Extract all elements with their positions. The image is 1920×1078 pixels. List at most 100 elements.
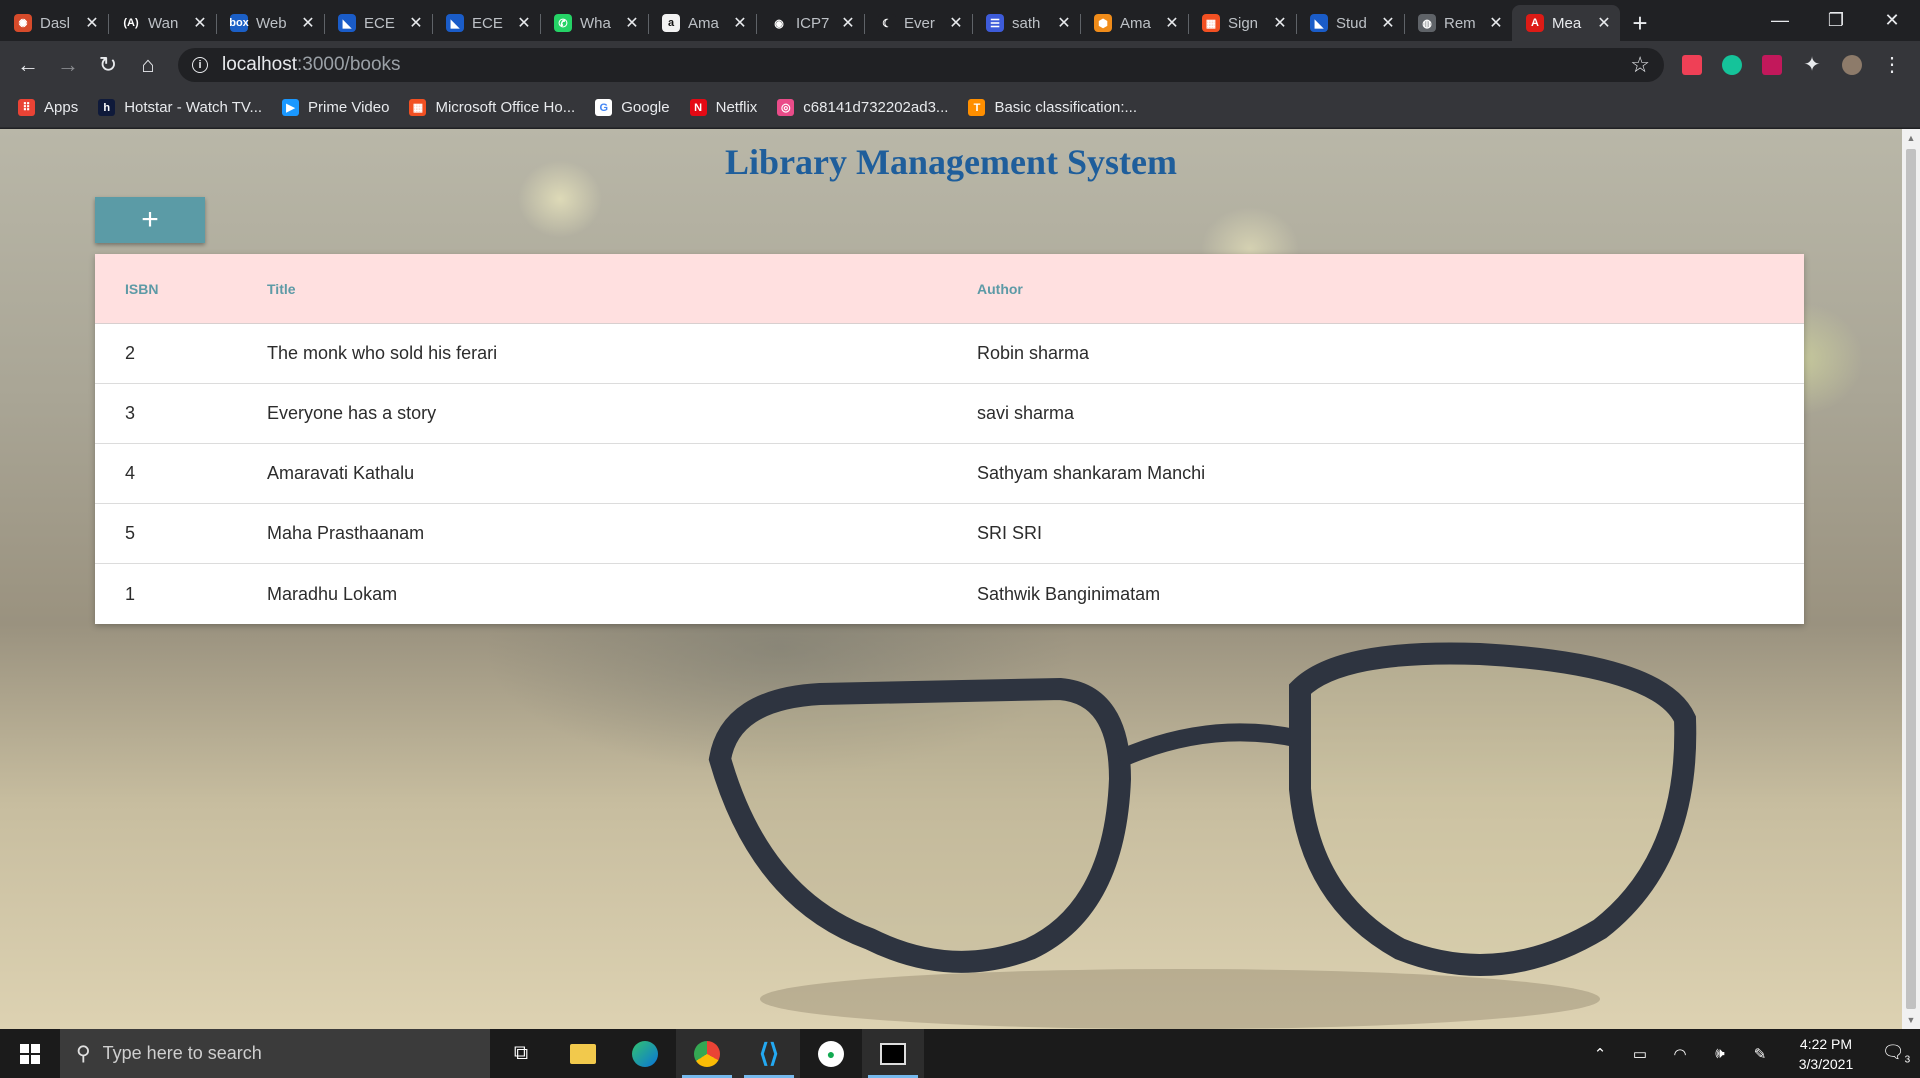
- tab-title: Mea: [1552, 14, 1582, 32]
- tab-close-icon[interactable]: ✕: [1272, 13, 1288, 33]
- bookmark-item[interactable]: N Netflix: [689, 99, 757, 116]
- cell-isbn: 4: [125, 463, 136, 483]
- table-row[interactable]: 4 Amaravati Kathalu Sathyam shankaram Manc…: [95, 444, 1804, 504]
- bookmark-item[interactable]: ▶ Prime Video: [282, 99, 389, 116]
- tab-close-icon[interactable]: ✕: [408, 13, 424, 33]
- tab-close-icon[interactable]: ✕: [192, 13, 208, 33]
- restore-icon[interactable]: ❐: [1808, 0, 1864, 41]
- tab-favicon-icon: ◉: [770, 14, 788, 32]
- browser-tab[interactable]: A Mea ✕: [1512, 5, 1620, 41]
- browser-tab[interactable]: ☾ Ever ✕: [864, 5, 972, 41]
- bookmark-star-icon[interactable]: ☆: [1630, 52, 1650, 78]
- tab-close-icon[interactable]: ✕: [1380, 13, 1396, 33]
- tab-close-icon[interactable]: ✕: [1488, 13, 1504, 33]
- browser-tab[interactable]: ◣ ECE ✕: [324, 5, 432, 41]
- cell-isbn: 1: [125, 583, 136, 604]
- clock-date: 3/3/2021: [1798, 1055, 1854, 1072]
- column-header-title[interactable]: Title: [267, 281, 977, 297]
- add-book-button[interactable]: +: [95, 197, 205, 243]
- cell-author: Sathwik Banginimatam: [977, 583, 1161, 604]
- bookmark-favicon-icon: ⠿: [18, 99, 35, 116]
- bookmark-item[interactable]: ⠿ Apps: [18, 99, 78, 116]
- system-tray: ⌃ ▭ ◠ 🕪 ✎ 4:22 PM 3/3/2021 🗨3: [1580, 1029, 1920, 1078]
- address-bar[interactable]: i localhost:3000/books ☆: [178, 47, 1664, 82]
- tab-favicon-icon: ◣: [1310, 14, 1328, 32]
- grammarly-extension-icon[interactable]: [1712, 47, 1752, 83]
- browser-tab[interactable]: ◍ Rem ✕: [1404, 5, 1512, 41]
- chrome-icon[interactable]: [676, 1029, 738, 1078]
- tray-chevron-up-icon[interactable]: ⌃: [1580, 1045, 1620, 1063]
- page-title: Library Management System: [725, 142, 1177, 182]
- windows-start-icon[interactable]: [0, 1029, 60, 1078]
- browser-tab[interactable]: ▦ Sign ✕: [1188, 5, 1296, 41]
- browser-tab[interactable]: box Web ✕: [216, 5, 324, 41]
- minimize-icon[interactable]: —: [1752, 0, 1808, 41]
- bookmark-favicon-icon: G: [595, 99, 613, 116]
- tab-favicon-icon: ◣: [446, 14, 464, 32]
- tab-close-icon[interactable]: ✕: [624, 13, 640, 33]
- browser-tab[interactable]: ☰ sath ✕: [972, 5, 1080, 41]
- battery-icon[interactable]: ▭: [1620, 1045, 1660, 1063]
- home-button[interactable]: ⌂: [128, 47, 168, 83]
- scroll-up-icon[interactable]: ▲: [1902, 133, 1920, 143]
- taskbar-search-input[interactable]: ⚲ Type here to search: [60, 1029, 490, 1078]
- back-button[interactable]: ←: [8, 47, 48, 83]
- column-header-isbn[interactable]: ISBN: [95, 281, 267, 297]
- bookmark-item[interactable]: ▦ Microsoft Office Ho...: [409, 99, 575, 116]
- table-row[interactable]: 1 Maradhu Lokam Sathwik Banginimatam: [95, 564, 1804, 624]
- browser-tab[interactable]: ◣ ECE ✕: [432, 5, 540, 41]
- tab-close-icon[interactable]: ✕: [732, 13, 748, 33]
- pen-icon[interactable]: ✎: [1740, 1045, 1780, 1063]
- site-info-icon[interactable]: i: [192, 56, 208, 73]
- notification-center-icon[interactable]: 🗨3: [1872, 1042, 1920, 1066]
- bookmark-item[interactable]: ◎ c68141d732202ad3...: [777, 99, 948, 116]
- browser-tab[interactable]: a Ama ✕: [648, 5, 756, 41]
- profile-avatar[interactable]: [1832, 47, 1872, 83]
- tab-close-icon[interactable]: ✕: [1056, 13, 1072, 33]
- extensions-puzzle-icon[interactable]: ✦: [1792, 47, 1832, 83]
- browser-tab[interactable]: ✺ Dasl ✕: [0, 5, 108, 41]
- mongodb-compass-icon[interactable]: ●: [800, 1029, 862, 1078]
- wifi-icon[interactable]: ◠: [1660, 1045, 1700, 1063]
- browser-tab[interactable]: (A) Wan ✕: [108, 5, 216, 41]
- task-view-icon[interactable]: ⧉: [490, 1029, 552, 1078]
- scroll-down-icon[interactable]: ▼: [1902, 1015, 1920, 1025]
- clock[interactable]: 4:22 PM 3/3/2021: [1780, 1034, 1872, 1074]
- red-extension-icon[interactable]: [1752, 47, 1792, 83]
- browser-tab[interactable]: ✆ Wha ✕: [540, 5, 648, 41]
- table-row[interactable]: 2 The monk who sold his ferari Robin sharm…: [95, 324, 1804, 384]
- tab-close-icon[interactable]: ✕: [300, 13, 316, 33]
- url-text[interactable]: localhost:3000/books: [222, 54, 401, 76]
- scrollbar-thumb[interactable]: [1906, 149, 1916, 1009]
- edge-icon[interactable]: [614, 1029, 676, 1078]
- terminal-icon[interactable]: [862, 1029, 924, 1078]
- tab-close-icon[interactable]: ✕: [840, 13, 856, 33]
- page-scrollbar[interactable]: ▲ ▼: [1902, 129, 1920, 1029]
- bookmark-item[interactable]: T Basic classification:...: [968, 99, 1137, 116]
- close-window-icon[interactable]: ✕: [1864, 0, 1920, 41]
- table-header: ISBN Title Author: [95, 254, 1804, 324]
- menu-kebab-icon[interactable]: ⋮: [1872, 47, 1912, 83]
- tab-close-icon[interactable]: ✕: [516, 13, 532, 33]
- browser-tab[interactable]: ◣ Stud ✕: [1296, 5, 1404, 41]
- tab-close-icon[interactable]: ✕: [1596, 13, 1612, 33]
- table-row[interactable]: 3 Everyone has a story savi sharma: [95, 384, 1804, 444]
- volume-icon[interactable]: 🕪: [1700, 1045, 1740, 1062]
- tab-close-icon[interactable]: ✕: [1164, 13, 1180, 33]
- tab-close-icon[interactable]: ✕: [84, 13, 100, 33]
- new-tab-button[interactable]: +: [1620, 5, 1660, 41]
- forward-button[interactable]: →: [48, 47, 88, 83]
- browser-tab[interactable]: ⬢ Ama ✕: [1080, 5, 1188, 41]
- pocket-extension-icon[interactable]: [1672, 47, 1712, 83]
- column-header-author[interactable]: Author: [977, 281, 1804, 297]
- bookmark-label: Microsoft Office Ho...: [435, 99, 576, 116]
- tab-title: ICP7: [796, 14, 830, 32]
- bookmark-item[interactable]: h Hotstar - Watch TV...: [98, 99, 262, 116]
- tab-close-icon[interactable]: ✕: [948, 13, 964, 33]
- bookmark-item[interactable]: G Google: [595, 99, 670, 116]
- browser-tab[interactable]: ◉ ICP7 ✕: [756, 5, 864, 41]
- file-explorer-icon[interactable]: [552, 1029, 614, 1078]
- reload-button[interactable]: ↻: [88, 47, 128, 83]
- table-row[interactable]: 5 Maha Prasthaanam SRI SRI: [95, 504, 1804, 564]
- vscode-icon[interactable]: ⟨⟩: [738, 1029, 800, 1078]
